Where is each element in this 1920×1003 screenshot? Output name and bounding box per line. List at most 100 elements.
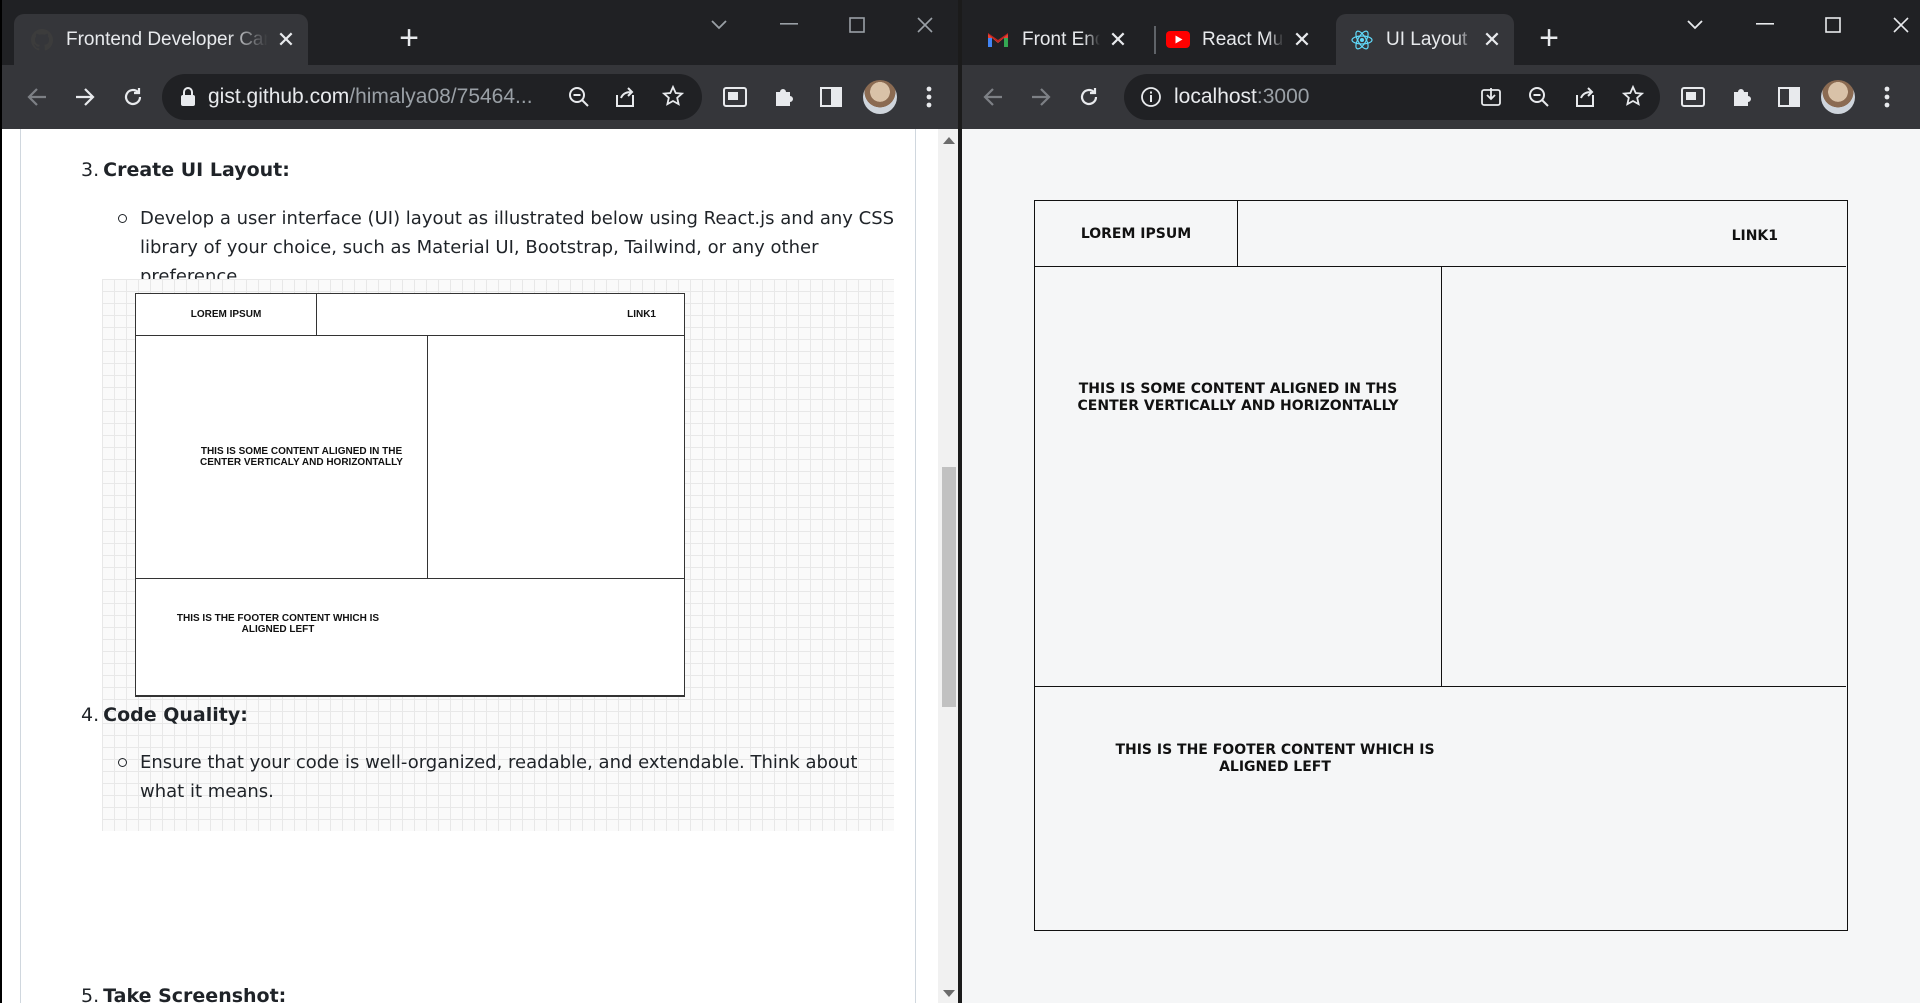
right-browser-window: Front End Developer ✕ React Multi ✕ UI L…	[962, 0, 1920, 1003]
bullet-ring-icon	[118, 214, 127, 223]
menu-kebab-icon[interactable]	[1870, 80, 1904, 114]
scroll-down-icon[interactable]	[943, 990, 955, 997]
minimize-icon[interactable]	[772, 10, 806, 40]
tab-search-chevron-icon[interactable]	[702, 10, 736, 40]
list-item-3: 3. Create UI Layout:	[81, 159, 290, 181]
tab-strip: Frontend Developer Candidate Screening ✕…	[2, 0, 958, 65]
center-content: THIS IS SOME CONTENT ALIGNED IN THS CENT…	[1035, 267, 1442, 687]
tab-close-icon[interactable]: ✕	[1290, 27, 1314, 52]
item-number: 3.	[81, 159, 100, 181]
picture-in-picture-icon[interactable]	[718, 80, 752, 114]
youtube-icon	[1166, 28, 1190, 52]
url-host: gist.github.com	[208, 85, 350, 108]
maximize-icon[interactable]	[840, 10, 874, 40]
item-number: 5.	[81, 985, 100, 1003]
url-host: localhost	[1174, 85, 1257, 108]
zoom-icon[interactable]	[1528, 86, 1550, 113]
url-path: /himalya08/75464...	[349, 85, 533, 108]
header-logo: LOREM IPSUM	[1035, 201, 1238, 267]
gist-document: 3. Create UI Layout: Develop a user inter…	[20, 129, 916, 1003]
header-nav: LINK1	[1238, 201, 1846, 267]
subitem-text: Develop a user interface (UI) layout as …	[140, 208, 895, 287]
forward-icon[interactable]	[1024, 80, 1058, 114]
bookmark-star-icon[interactable]	[1621, 84, 1645, 112]
footer-text: THIS IS THE FOOTER CONTENT WHICH IS ALIG…	[1115, 742, 1435, 775]
side-panel-icon[interactable]	[814, 80, 848, 114]
header-link1[interactable]: LINK1	[1732, 228, 1778, 244]
list-item-4: 4. Code Quality:	[81, 704, 248, 726]
new-tab-button[interactable]: +	[1534, 21, 1564, 55]
menu-kebab-icon[interactable]	[912, 80, 946, 114]
list-subitem: Ensure that your code is well-organized,…	[118, 748, 900, 806]
share-icon[interactable]	[614, 86, 636, 113]
bullet-ring-icon	[118, 758, 127, 767]
install-app-icon[interactable]	[1480, 86, 1502, 113]
zoom-icon[interactable]	[568, 86, 590, 113]
list-item-5: 5. Take Screenshot:	[81, 985, 286, 1003]
mock-link: LINK1	[316, 293, 685, 336]
back-icon[interactable]	[976, 80, 1010, 114]
mock-footer-text: THIS IS THE FOOTER CONTENT WHICH IS ALIG…	[176, 613, 380, 635]
scroll-up-icon[interactable]	[943, 137, 955, 144]
picture-in-picture-icon[interactable]	[1676, 80, 1710, 114]
tab-close-icon[interactable]: ✕	[1480, 27, 1504, 52]
extensions-icon[interactable]	[766, 80, 800, 114]
reload-icon[interactable]	[1072, 80, 1106, 114]
close-window-icon[interactable]	[908, 10, 942, 40]
address-bar[interactable]: gist.github.com/himalya08/75464...	[162, 74, 702, 120]
mock-footer: THIS IS THE FOOTER CONTENT WHICH IS ALIG…	[135, 578, 685, 697]
bookmark-star-icon[interactable]	[661, 84, 685, 112]
extensions-icon[interactable]	[1724, 80, 1758, 114]
profile-avatar[interactable]	[863, 80, 897, 114]
info-icon[interactable]	[1140, 86, 1162, 113]
tab-gist[interactable]: Frontend Developer Candidate Screening ✕	[14, 14, 308, 65]
tab-close-icon[interactable]: ✕	[1106, 27, 1130, 52]
mock-layout: LOREM IPSUM LINK1 THIS IS SOME CONTENT A…	[135, 293, 685, 697]
lock-icon[interactable]	[180, 87, 196, 112]
tab-title: Frontend Developer Candidate Screening	[66, 28, 268, 50]
footer: THIS IS THE FOOTER CONTENT WHICH IS ALIG…	[1035, 687, 1846, 930]
scrollbar-thumb[interactable]	[942, 467, 956, 707]
new-tab-button[interactable]: +	[394, 21, 424, 55]
share-icon[interactable]	[1574, 86, 1596, 113]
maximize-icon[interactable]	[1816, 10, 1850, 40]
forward-icon[interactable]	[68, 80, 102, 114]
vertical-scrollbar[interactable]	[938, 129, 958, 1003]
tab-ui-layout[interactable]: UI Layout ✕	[1336, 14, 1514, 65]
tab-title: Front End Developer	[1022, 28, 1100, 50]
page-content: LOREM IPSUM LINK1 THIS IS SOME CONTENT A…	[962, 129, 1920, 1003]
toolbar: gist.github.com/himalya08/75464...	[2, 65, 958, 129]
tab-youtube[interactable]: React Multi ✕	[1156, 14, 1324, 65]
right-panel	[1442, 267, 1846, 687]
item-number: 4.	[81, 704, 100, 726]
side-panel-icon[interactable]	[1772, 80, 1806, 114]
profile-avatar[interactable]	[1821, 80, 1855, 114]
minimize-icon[interactable]	[1748, 10, 1782, 40]
item-heading: Code Quality:	[103, 704, 248, 726]
github-icon	[30, 28, 54, 52]
gmail-icon	[986, 28, 1010, 52]
url-port: :3000	[1256, 85, 1310, 108]
toolbar: localhost:3000	[962, 65, 1920, 129]
react-app-layout: LOREM IPSUM LINK1 THIS IS SOME CONTENT A…	[1034, 200, 1848, 931]
mock-right-panel	[427, 335, 685, 579]
tab-close-icon[interactable]: ✕	[274, 27, 298, 52]
tab-title: UI Layout	[1386, 28, 1468, 50]
url-text: localhost:3000	[1174, 85, 1309, 109]
mock-center-content: THIS IS SOME CONTENT ALIGNED IN THE CENT…	[135, 335, 428, 579]
mock-logo: LOREM IPSUM	[135, 293, 317, 336]
tab-strip: Front End Developer ✕ React Multi ✕ UI L…	[962, 0, 1920, 65]
tab-gmail[interactable]: Front End Developer ✕	[976, 14, 1140, 65]
list-subitem: Develop a user interface (UI) layout as …	[118, 204, 900, 291]
subitem-text: Ensure that your code is well-organized,…	[140, 752, 858, 802]
reload-icon[interactable]	[116, 80, 150, 114]
clipped-previous-line	[181, 129, 541, 135]
item-heading: Take Screenshot:	[103, 985, 287, 1003]
back-icon[interactable]	[20, 80, 54, 114]
tab-search-chevron-icon[interactable]	[1678, 10, 1712, 40]
page-content: 3. Create UI Layout: Develop a user inter…	[2, 129, 958, 1003]
url-text: gist.github.com/himalya08/75464...	[208, 85, 533, 109]
close-window-icon[interactable]	[1884, 10, 1918, 40]
react-icon	[1350, 28, 1374, 52]
address-bar[interactable]: localhost:3000	[1124, 74, 1660, 120]
